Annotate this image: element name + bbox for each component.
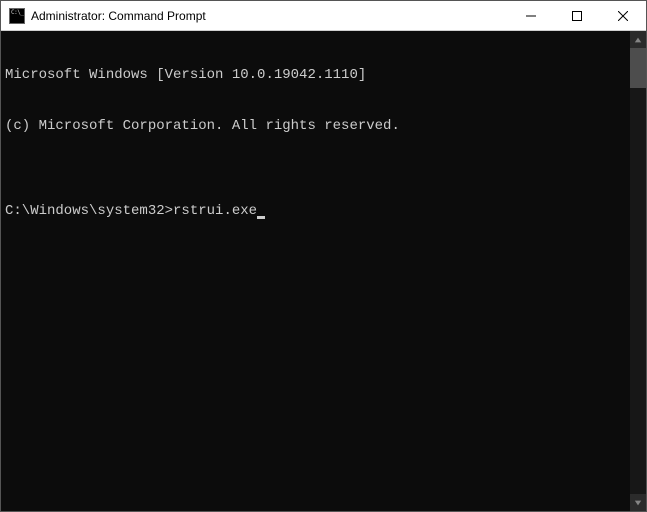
scroll-track[interactable]	[630, 48, 646, 494]
window-controls	[508, 1, 646, 30]
scroll-down-arrow-icon[interactable]	[630, 494, 646, 511]
window-title: Administrator: Command Prompt	[31, 9, 508, 23]
titlebar[interactable]: Administrator: Command Prompt	[1, 1, 646, 31]
cmd-icon	[9, 8, 25, 24]
typed-command: rstrui.exe	[173, 203, 257, 220]
version-line: Microsoft Windows [Version 10.0.19042.11…	[5, 67, 626, 84]
terminal-output[interactable]: Microsoft Windows [Version 10.0.19042.11…	[1, 31, 630, 511]
command-prompt-window: Administrator: Command Prompt Microsoft …	[0, 0, 647, 512]
scroll-up-arrow-icon[interactable]	[630, 31, 646, 48]
scroll-thumb[interactable]	[630, 48, 646, 88]
text-cursor	[257, 216, 265, 219]
prompt-line: C:\Windows\system32>rstrui.exe	[5, 203, 626, 220]
vertical-scrollbar[interactable]	[630, 31, 646, 511]
close-button[interactable]	[600, 1, 646, 30]
client-area: Microsoft Windows [Version 10.0.19042.11…	[1, 31, 646, 511]
minimize-button[interactable]	[508, 1, 554, 30]
maximize-button[interactable]	[554, 1, 600, 30]
copyright-line: (c) Microsoft Corporation. All rights re…	[5, 118, 626, 135]
prompt-path: C:\Windows\system32>	[5, 203, 173, 220]
